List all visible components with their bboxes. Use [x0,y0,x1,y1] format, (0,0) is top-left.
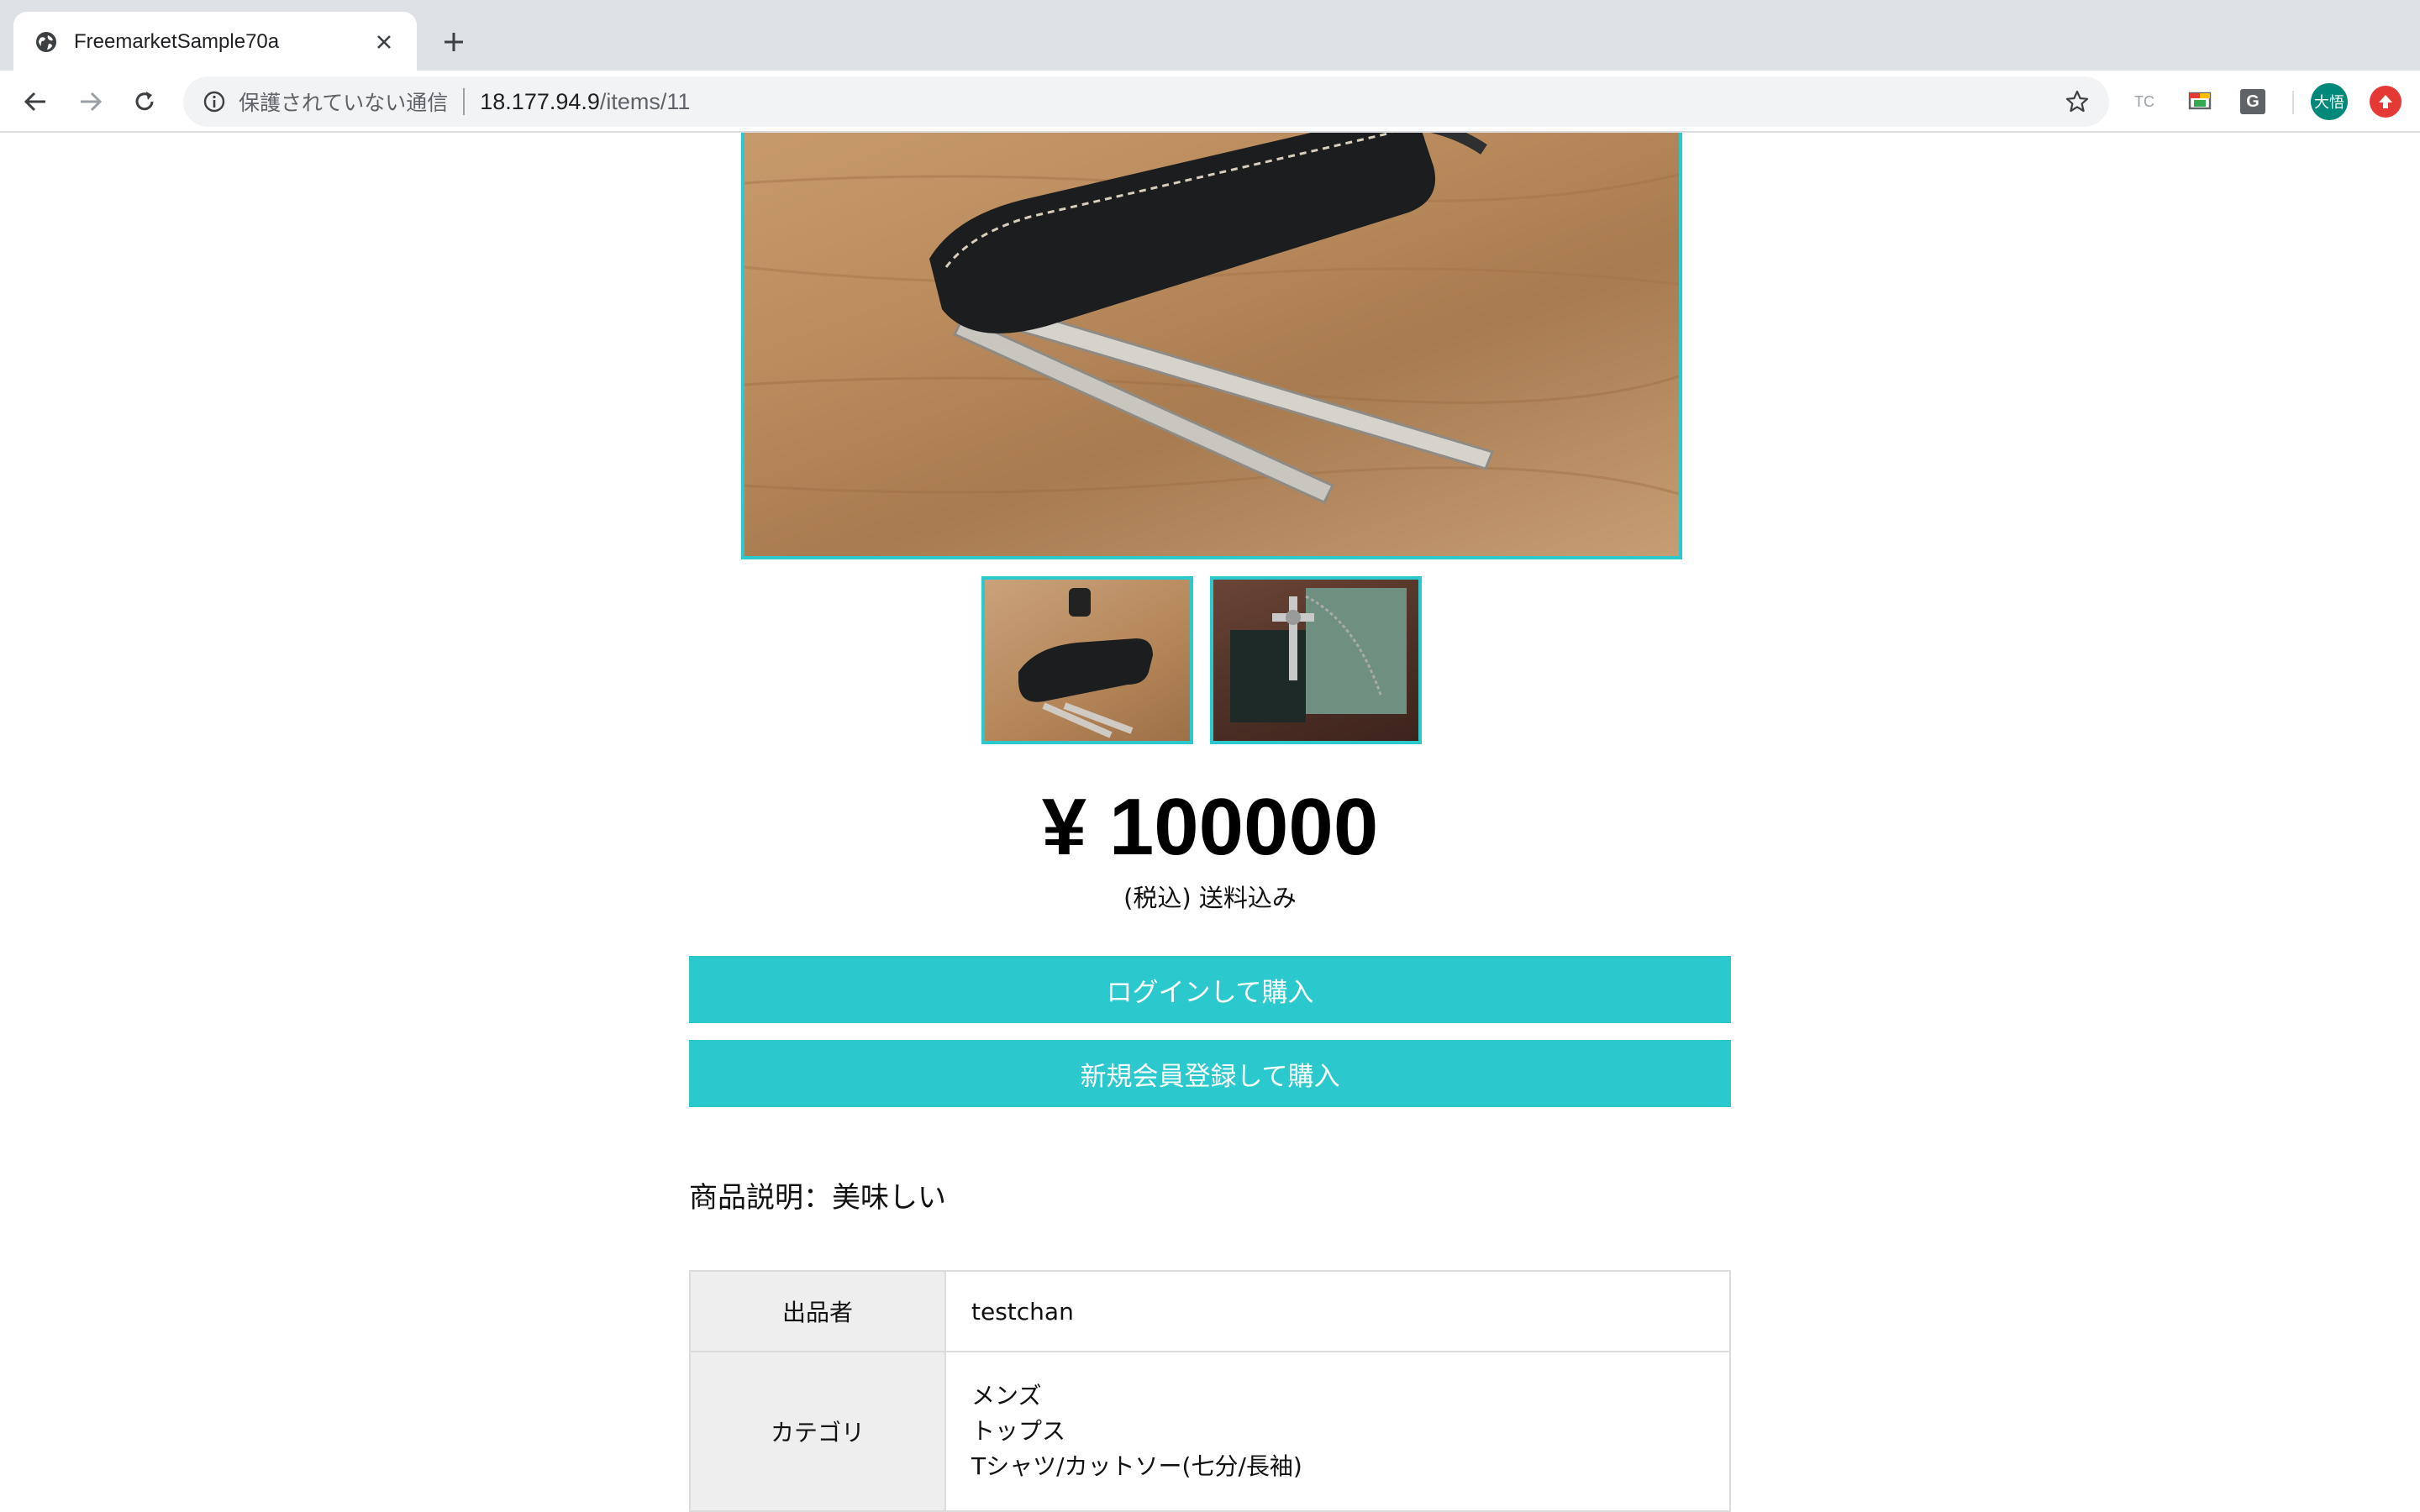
browser-toolbar: 保護されていない通信 18.177.94.9 /items/11 TC G 大悟 [0,71,2420,133]
item-price: ¥ 100000 [1041,782,1379,872]
info-icon[interactable] [202,89,227,114]
address-separator [463,88,466,115]
url-host: 18.177.94.9 [480,88,600,114]
reload-icon[interactable] [128,85,161,118]
bookmark-star-icon[interactable] [2064,88,2091,115]
table-row-category: カテゴリ メンズ トップス Tシャツ/カットソー(七分/長袖) [689,1351,1731,1512]
extension-tc-icon[interactable]: TC [2131,88,2158,115]
category-level-3: Tシャツ/カットソー(七分/長袖) [971,1452,1302,1480]
close-icon[interactable] [371,29,397,55]
security-status-text: 保護されていない通信 [239,91,449,115]
category-label: カテゴリ [689,1351,946,1512]
main-product-image [741,133,1682,559]
table-row-seller: 出品者 testchan [689,1270,1731,1352]
browser-tabstrip: FreemarketSample70a [0,0,2420,72]
profile-avatar[interactable]: 大悟 [2311,83,2348,120]
login-buy-button[interactable]: ログインして購入 [689,956,1731,1023]
seller-label: 出品者 [689,1270,946,1352]
category-level-1: メンズ [971,1382,1042,1410]
category-level-2: トップス [971,1417,1066,1445]
url-path: /items/11 [599,88,691,114]
tab-title: FreemarketSample70a [74,30,280,53]
category-values: メンズ トップス Tシャツ/カットソー(七分/長袖) [944,1351,1731,1512]
item-description: 商品説明：美味しい [689,1181,946,1215]
thumbnail-image-1[interactable] [981,576,1193,744]
back-arrow-icon[interactable] [18,85,52,118]
address-bar[interactable]: 保護されていない通信 18.177.94.9 /items/11 [183,76,2109,127]
seller-value: testchan [944,1270,1731,1352]
thumbnail-image-2[interactable] [1210,576,1422,744]
cast-extension-icon[interactable] [2186,88,2213,115]
update-arrow-icon[interactable] [2370,86,2402,118]
new-tab-plus-icon[interactable] [437,25,471,59]
item-details-table: 出品者 testchan カテゴリ メンズ トップス Tシャツ/カットソー(七分… [689,1270,1731,1512]
toolbar-divider [2292,91,2294,114]
globe-icon [34,29,59,55]
signup-buy-button[interactable]: 新規会員登録して購入 [689,1040,1731,1107]
tax-shipping-note: (税込) 送料込み [1123,884,1297,912]
forward-arrow-icon[interactable] [74,85,108,118]
browser-tab[interactable]: FreemarketSample70a [13,12,417,72]
extension-g-icon[interactable]: G [2240,89,2265,114]
